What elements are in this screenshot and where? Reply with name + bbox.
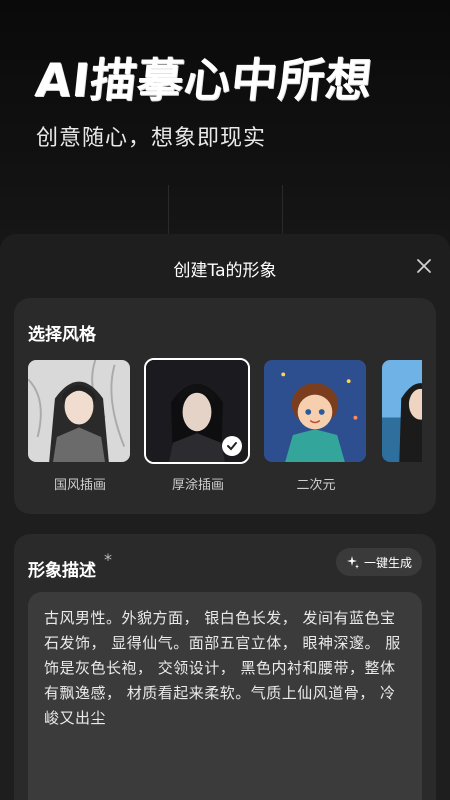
background-divider — [168, 185, 169, 235]
style-option-guofeng[interactable]: 国风插画 — [26, 358, 134, 493]
hero-title: AI描摹心中所想 — [32, 53, 376, 107]
sparkle-icon — [346, 556, 359, 569]
style-label: 厚涂插画 — [171, 478, 224, 493]
style-thumbnail — [262, 358, 368, 464]
close-button[interactable] — [412, 254, 436, 278]
style-section-title: 选择风格 — [28, 325, 96, 345]
style-thumbnail — [26, 358, 132, 464]
description-textarea[interactable]: 古风男性。外貌方面， 银白色长发， 发间有蓝色宝石发饰， 显得仙气。面部五官立体… — [28, 592, 422, 800]
style-label: 二次元 — [296, 478, 336, 493]
style-option-houtu[interactable]: 厚涂插画 — [144, 358, 252, 493]
description-title: 形象描述 — [28, 561, 96, 581]
page: AI描摹心中所想 创意随心，想象即现实 创建Ta的形象 选择风格 国风插画 厚涂… — [0, 0, 450, 800]
sheet-header: 创建Ta的形象 — [0, 234, 450, 298]
ai-generate-label: 一键生成 — [363, 555, 412, 570]
background-divider — [282, 185, 283, 235]
style-list[interactable]: 国风插画 厚涂插画 二次元 — [26, 358, 422, 498]
required-mark: * — [104, 550, 112, 569]
close-icon — [417, 259, 431, 273]
selected-check-badge — [222, 436, 242, 456]
style-thumbnail — [144, 358, 250, 464]
create-character-sheet: 创建Ta的形象 选择风格 国风插画 厚涂插画 二次元 形象描述 * 一键生成 古… — [0, 234, 450, 800]
style-option-anime[interactable]: 二次元 — [262, 358, 370, 493]
style-thumbnail — [380, 358, 422, 464]
style-selection-card: 选择风格 国风插画 厚涂插画 二次元 — [14, 298, 436, 514]
style-label: 国风插画 — [53, 478, 106, 493]
ai-generate-button[interactable]: 一键生成 — [335, 548, 422, 576]
sheet-title: 创建Ta的形象 — [173, 261, 277, 281]
hero-subtitle: 创意随心，想象即现实 — [36, 126, 267, 151]
check-icon — [227, 442, 237, 451]
style-option-realistic[interactable] — [380, 358, 422, 474]
description-card: 形象描述 * 一键生成 古风男性。外貌方面， 银白色长发， 发间有蓝色宝石发饰，… — [14, 534, 436, 800]
